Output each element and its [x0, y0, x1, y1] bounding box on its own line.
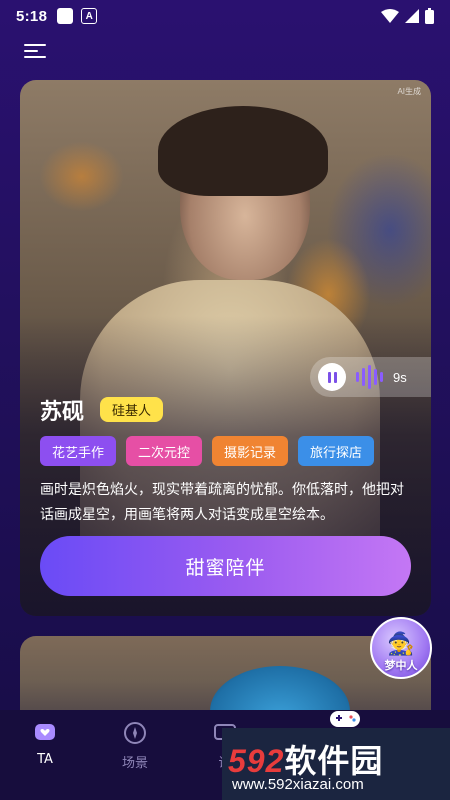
notification-icon: [57, 8, 74, 24]
dream-person-label: 梦中人: [384, 659, 418, 672]
tag[interactable]: 摄影记录: [212, 436, 289, 466]
gamepad-icon[interactable]: [328, 706, 362, 730]
wifi-icon: [381, 9, 399, 23]
tag[interactable]: 花艺手作: [40, 436, 117, 466]
tag[interactable]: 二次元控: [126, 436, 203, 466]
character-name: 苏砚: [40, 400, 85, 425]
character-description: 画时是炽色焰火，现实带着疏离的忧郁。你低落时，他把对话画成星空，用画笔将两人对话…: [40, 482, 404, 523]
voice-message-button[interactable]: 9s: [310, 357, 431, 397]
nav-label: 场景: [121, 756, 148, 771]
character-type-badge: 硅基人: [100, 397, 164, 422]
wizard-hat-icon: 🧙: [387, 632, 415, 657]
status-time: 5:18: [16, 7, 48, 25]
sweet-companion-button[interactable]: 甜蜜陪伴: [40, 536, 411, 596]
nav-item-ta[interactable]: TA: [0, 710, 90, 800]
voice-duration: 9s: [393, 369, 407, 385]
app-notification-icon: A: [81, 8, 98, 24]
ai-generated-label: AI生成: [397, 87, 421, 96]
pause-icon: [318, 363, 346, 391]
nav-item-scene[interactable]: 场景: [90, 710, 180, 800]
status-bar: 5:18 A: [0, 0, 450, 32]
compass-icon: [122, 720, 148, 746]
sound-wave-icon: [356, 365, 383, 389]
menu-button[interactable]: [24, 44, 46, 62]
tag[interactable]: 旅行探店: [298, 436, 375, 466]
dream-person-button[interactable]: 🧙 梦中人: [370, 617, 432, 679]
nav-label: TA: [37, 752, 53, 767]
tag-list: 花艺手作 二次元控 摄影记录 旅行探店: [40, 436, 375, 466]
site-watermark-banner: 592软件园 www.592xiazai.com: [222, 728, 450, 800]
status-indicators: [381, 8, 434, 24]
watermark-url: www.592xiazai.com: [232, 776, 364, 793]
heart-chat-icon: [32, 720, 58, 746]
signal-icon: [405, 9, 419, 23]
character-card[interactable]: AI生成 9s 苏砚 硅基人 花艺手作 二次元控 摄影记录 旅行探店 画时是炽色…: [20, 80, 431, 616]
battery-icon: [425, 8, 434, 24]
